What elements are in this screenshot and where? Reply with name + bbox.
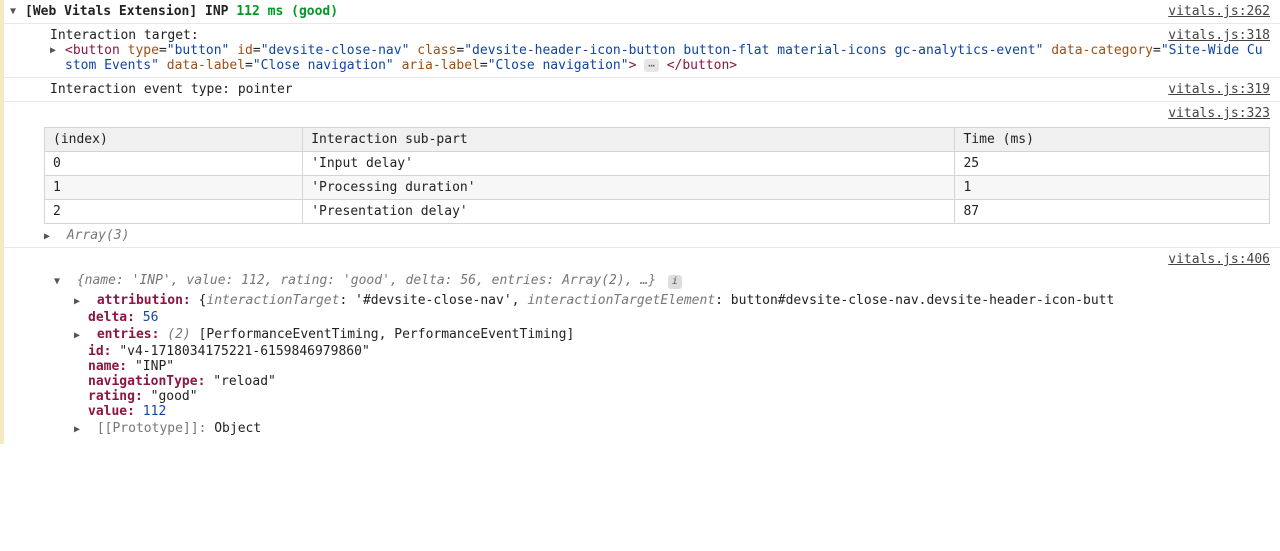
attribution-line[interactable]: ▶ attribution: {interactionTarget: '#dev… [4, 291, 1270, 310]
metric-rating: (good) [291, 4, 338, 19]
id-line: id: "v4-1718034175221-6159846979860" [4, 344, 1270, 359]
chevron-down-icon[interactable]: ▼ [10, 6, 22, 17]
col-time: Time (ms) [955, 128, 1270, 152]
col-index: (index) [45, 128, 303, 152]
table-row: 1'Processing duration'1 [45, 176, 1270, 200]
ellipsis-icon[interactable]: ⋯ [644, 59, 659, 72]
prototype-line[interactable]: ▶ [[Prototype]]: Object [4, 419, 1270, 438]
array-footer[interactable]: Array(3) [67, 228, 130, 243]
interaction-target-label: Interaction target: [10, 28, 199, 43]
source-link[interactable]: vitals.js:319 [1168, 82, 1270, 97]
breakdown-table: (index) Interaction sub-part Time (ms) 0… [44, 127, 1270, 224]
chevron-right-icon[interactable]: ▶ [74, 330, 86, 341]
breakdown-table-wrap: (index) Interaction sub-part Time (ms) 0… [0, 125, 1280, 248]
chevron-right-icon[interactable]: ▶ [74, 296, 86, 307]
info-icon[interactable]: i [668, 275, 682, 289]
event-type-row: Interaction event type: pointer vitals.j… [0, 78, 1280, 102]
table-source-row: vitals.js:323 [0, 102, 1280, 125]
tag-open: <button [65, 43, 120, 58]
log-prefix: [Web Vitals Extension] [25, 4, 197, 19]
metric-value: 112 ms [236, 4, 283, 19]
object-source-row: vitals.js:406 [0, 248, 1280, 271]
name-line: name: "INP" [4, 359, 1270, 374]
tag-close: </button> [667, 58, 737, 73]
source-link[interactable]: vitals.js:406 [1168, 252, 1270, 267]
entries-line[interactable]: ▶ entries: (2) [PerformanceEventTiming, … [4, 325, 1270, 344]
value-line: value: 112 [4, 404, 1270, 419]
chevron-right-icon[interactable]: ▶ [74, 424, 86, 435]
source-link[interactable]: vitals.js:323 [1168, 106, 1270, 121]
interaction-target-row: Interaction target: vitals.js:318 ▶ <but… [0, 24, 1280, 78]
chevron-right-icon[interactable]: ▶ [44, 231, 56, 242]
log-header-row[interactable]: ▼ [Web Vitals Extension] INP 112 ms (goo… [0, 0, 1280, 24]
object-preview-line[interactable]: ▼ {name: 'INP', value: 112, rating: 'goo… [4, 271, 1270, 291]
source-link[interactable]: vitals.js:318 [1168, 28, 1270, 43]
chevron-down-icon[interactable]: ▼ [54, 276, 66, 287]
rating-line: rating: "good" [4, 389, 1270, 404]
table-row: 2'Presentation delay'87 [45, 200, 1270, 224]
col-subpart: Interaction sub-part [303, 128, 955, 152]
table-body: 0'Input delay'25 1'Processing duration'1… [45, 152, 1270, 224]
source-link[interactable]: vitals.js:262 [1168, 4, 1270, 19]
chevron-right-icon[interactable]: ▶ [50, 45, 62, 73]
navtype-line: navigationType: "reload" [4, 374, 1270, 389]
logged-element[interactable]: <button type="button" id="devsite-close-… [65, 43, 1270, 73]
metric-name: INP [205, 4, 228, 19]
table-row: 0'Input delay'25 [45, 152, 1270, 176]
event-type-text: Interaction event type: pointer [10, 82, 293, 97]
delta-line: delta: 56 [4, 310, 1270, 325]
